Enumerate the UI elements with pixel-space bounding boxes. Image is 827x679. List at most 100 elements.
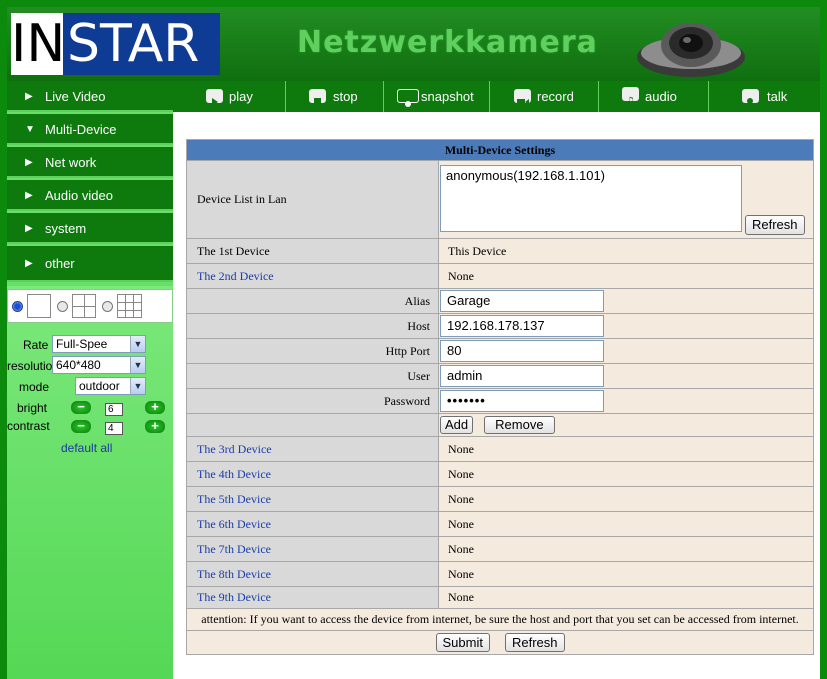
rate-label: Rate xyxy=(23,338,49,352)
sidebar-item-audio-video[interactable]: ▶ Audio video xyxy=(7,180,173,211)
table-row: The 7th Device None xyxy=(186,536,814,562)
settings-table: Multi-Device Settings Device List in Lan… xyxy=(186,139,814,655)
password-input[interactable]: ••••••• xyxy=(440,390,604,412)
svg-text:♫: ♫ xyxy=(626,96,635,107)
logo-text-in: IN xyxy=(11,13,66,75)
device-list-entry[interactable]: anonymous(192.168.1.101) xyxy=(446,168,605,183)
device-3-link[interactable]: The 3rd Device xyxy=(186,436,439,462)
device-2-link[interactable]: The 2nd Device xyxy=(186,263,439,289)
bright-increase-button[interactable]: + xyxy=(145,400,165,414)
audio-button[interactable]: ♫ audio xyxy=(599,81,709,112)
record-label: record xyxy=(537,89,574,104)
logo-text-star: STAR xyxy=(63,13,220,75)
chevron-down-icon: ▼ xyxy=(130,336,145,352)
rate-value: Full-Spee xyxy=(56,337,108,351)
play-icon xyxy=(206,89,223,106)
sidebar-item-label: Multi-Device xyxy=(45,122,117,137)
arrow-down-icon: ▼ xyxy=(25,124,35,135)
record-button[interactable]: record xyxy=(490,81,599,112)
sidebar-item-multi-device[interactable]: ▼ Multi-Device xyxy=(7,114,173,145)
http-port-input[interactable]: 80 xyxy=(440,340,604,362)
talk-button[interactable]: talk xyxy=(709,81,820,112)
refresh-button[interactable]: Refresh xyxy=(504,633,565,652)
instar-logo: IN STAR xyxy=(11,13,220,75)
nine-view-icon xyxy=(117,294,142,318)
device-8-link[interactable]: The 8th Device xyxy=(186,561,439,587)
table-row: Host 192.168.178.137 xyxy=(186,313,814,339)
add-button[interactable]: Add xyxy=(440,416,474,434)
quad-view-icon xyxy=(72,294,96,318)
single-view-icon xyxy=(27,294,51,318)
contrast-decrease-button[interactable]: − xyxy=(71,419,91,433)
table-row: The 6th Device None xyxy=(186,511,814,537)
sidebar-item-system[interactable]: ▶ system xyxy=(7,213,173,244)
device-list-box[interactable]: anonymous(192.168.1.101) xyxy=(440,164,742,232)
resolution-select[interactable]: 640*480 ▼ xyxy=(52,356,146,374)
sidebar-item-other[interactable]: ▶ other xyxy=(7,246,173,282)
device-5-value: None xyxy=(438,486,814,512)
speaker-icon: ♫ xyxy=(622,87,639,107)
stop-icon xyxy=(309,89,326,106)
table-row: The 8th Device None xyxy=(186,561,814,587)
mode-select[interactable]: outdoor ▼ xyxy=(75,377,146,395)
device-7-link[interactable]: The 7th Device xyxy=(186,536,439,562)
contrast-value: 4 xyxy=(105,422,123,435)
remove-button[interactable]: Remove xyxy=(484,416,555,434)
mode-label: mode xyxy=(19,380,50,394)
device-3-value: None xyxy=(438,436,814,462)
table-row: The 3rd Device None xyxy=(186,436,814,462)
layout-9-radio[interactable] xyxy=(102,301,113,312)
play-label: play xyxy=(229,89,253,104)
arrow-right-icon: ▶ xyxy=(25,91,33,102)
device-7-value: None xyxy=(438,536,814,562)
bright-decrease-button[interactable]: − xyxy=(71,400,91,414)
stop-button[interactable]: stop xyxy=(286,81,384,112)
sidebar-item-label: other xyxy=(45,256,75,271)
snapshot-label: snapshot xyxy=(421,89,474,104)
camera-icon xyxy=(397,89,419,107)
sidebar-item-network[interactable]: ▶ Net work xyxy=(7,147,173,178)
attention-note: attention: If you want to access the dev… xyxy=(186,608,814,631)
layout-4-radio[interactable] xyxy=(57,301,68,312)
stop-label: stop xyxy=(333,89,358,104)
device-6-link[interactable]: The 6th Device xyxy=(186,511,439,537)
sidebar-item-live-video[interactable]: ▶ Live Video xyxy=(7,81,173,112)
table-row: The 4th Device None xyxy=(186,461,814,487)
alias-input[interactable]: Garage xyxy=(440,290,604,312)
arrow-right-icon: ▶ xyxy=(25,223,33,234)
default-all-link[interactable]: default all xyxy=(61,441,112,455)
arrow-right-icon: ▶ xyxy=(25,258,33,269)
user-input[interactable]: admin xyxy=(440,365,604,387)
snapshot-button[interactable]: snapshot xyxy=(384,81,490,112)
play-button[interactable]: play xyxy=(173,81,286,112)
header-banner: IN STAR Netzwerkkamera xyxy=(7,7,820,81)
device-5-link[interactable]: The 5th Device xyxy=(186,486,439,512)
microphone-icon xyxy=(742,89,759,107)
refresh-list-button[interactable]: Refresh xyxy=(745,214,805,235)
arrow-right-icon: ▶ xyxy=(25,157,33,168)
http-port-label: Http Port xyxy=(186,338,439,364)
submit-button[interactable]: Submit xyxy=(435,633,490,652)
device-9-link[interactable]: The 9th Device xyxy=(186,586,439,609)
sidebar-item-label: Audio video xyxy=(45,188,113,203)
host-input[interactable]: 192.168.178.137 xyxy=(440,315,604,337)
device-list-cell: anonymous(192.168.1.101) Refresh xyxy=(438,160,814,239)
user-label: User xyxy=(186,363,439,389)
password-label: Password xyxy=(186,388,439,414)
resolution-value: 640*480 xyxy=(56,358,101,372)
layout-1-radio[interactable] xyxy=(12,301,23,312)
table-row: Password ••••••• xyxy=(186,388,814,414)
device-1-value: This Device xyxy=(438,238,814,264)
rate-select[interactable]: Full-Spee ▼ xyxy=(52,335,146,353)
device-4-link[interactable]: The 4th Device xyxy=(186,461,439,487)
contrast-increase-button[interactable]: + xyxy=(145,419,165,433)
device-list-label: Device List in Lan xyxy=(186,160,439,239)
sidebar: ▶ Live Video ▼ Multi-Device ▶ Net work ▶… xyxy=(7,81,173,679)
record-icon xyxy=(514,89,531,105)
table-row: User admin xyxy=(186,363,814,389)
sidebar-item-label: Net work xyxy=(45,155,97,170)
device-1-label: The 1st Device xyxy=(186,238,439,264)
table-row: Http Port 80 xyxy=(186,338,814,364)
device-2-value: None xyxy=(438,263,814,289)
arrow-right-icon: ▶ xyxy=(25,190,33,201)
